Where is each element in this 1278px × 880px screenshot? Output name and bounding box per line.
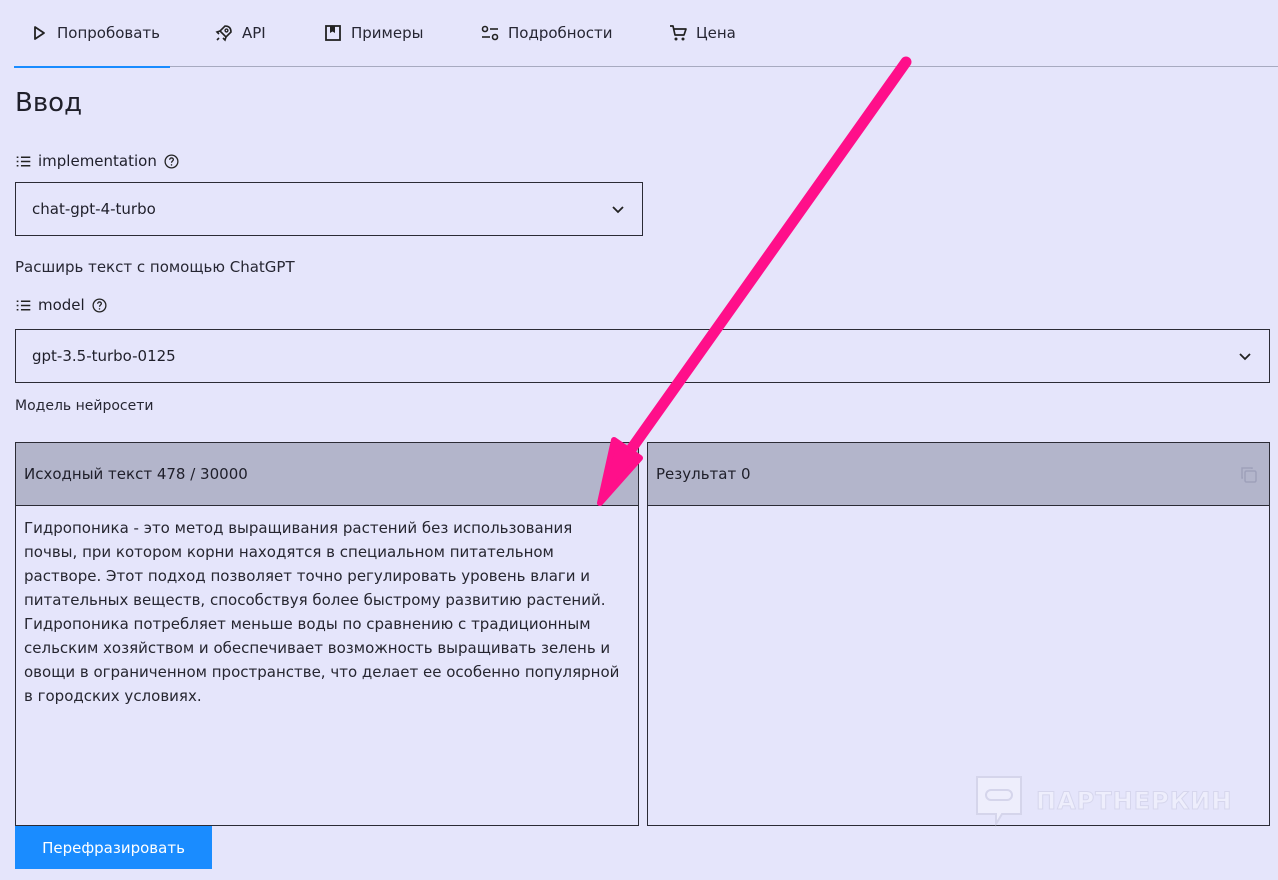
- implementation-label-text: implementation: [38, 152, 157, 170]
- cart-icon: [670, 25, 687, 41]
- list-icon: [16, 155, 31, 167]
- page-title: Ввод: [15, 88, 83, 118]
- help-icon[interactable]: [91, 297, 108, 314]
- source-textarea[interactable]: Гидропоника - это метод выращивания раст…: [16, 506, 638, 718]
- implementation-value: chat-gpt-4-turbo: [32, 200, 156, 218]
- settings-sliders-icon: [481, 25, 499, 41]
- help-icon[interactable]: [163, 153, 180, 170]
- tab-label: Примеры: [351, 24, 424, 42]
- result-header-text: Результат 0: [656, 465, 751, 483]
- chevron-down-icon: [1239, 353, 1251, 361]
- copy-icon[interactable]: [1239, 465, 1259, 485]
- tab-label: Попробовать: [57, 24, 161, 42]
- result-panel: Результат 0: [647, 442, 1270, 826]
- implementation-select[interactable]: chat-gpt-4-turbo: [15, 182, 643, 236]
- implementation-hint: Расширь текст с помощью ChatGPT: [15, 258, 295, 276]
- tab-label: API: [242, 24, 266, 42]
- implementation-label: implementation: [15, 152, 180, 170]
- rocket-icon: [215, 25, 232, 42]
- model-select[interactable]: gpt-3.5-turbo-0125: [15, 329, 1270, 383]
- source-panel: Исходный текст 478 / 30000 Гидропоника -…: [15, 442, 639, 826]
- result-panel-header: Результат 0: [648, 443, 1269, 506]
- tab-bar: Попробовать API Примеры Подробности Цена: [13, 0, 1278, 68]
- tab-details[interactable]: Подробности: [480, 0, 613, 66]
- paraphrase-button[interactable]: Перефразировать: [15, 826, 212, 869]
- chevron-down-icon: [612, 206, 624, 214]
- tab-price[interactable]: Цена: [668, 0, 736, 66]
- bookmark-icon: [325, 25, 341, 41]
- tab-label: Цена: [696, 24, 736, 42]
- source-panel-header: Исходный текст 478 / 30000: [16, 443, 638, 506]
- model-label-text: model: [38, 296, 85, 314]
- tab-label: Подробности: [508, 24, 613, 42]
- watermark: ПАРТНЕРКИН: [974, 774, 1232, 828]
- tab-try[interactable]: Попробовать: [13, 0, 171, 68]
- model-label: model: [15, 296, 108, 314]
- tab-api[interactable]: API: [214, 0, 266, 66]
- model-value: gpt-3.5-turbo-0125: [32, 347, 176, 365]
- watermark-logo-icon: [976, 776, 1022, 828]
- watermark-text: ПАРТНЕРКИН: [1035, 787, 1233, 816]
- model-hint: Модель нейросети: [15, 398, 154, 414]
- source-header-text: Исходный текст 478 / 30000: [24, 465, 248, 483]
- tab-examples[interactable]: Примеры: [323, 0, 423, 66]
- result-textarea[interactable]: [648, 506, 1269, 526]
- play-icon: [34, 26, 45, 40]
- list-icon: [16, 299, 31, 311]
